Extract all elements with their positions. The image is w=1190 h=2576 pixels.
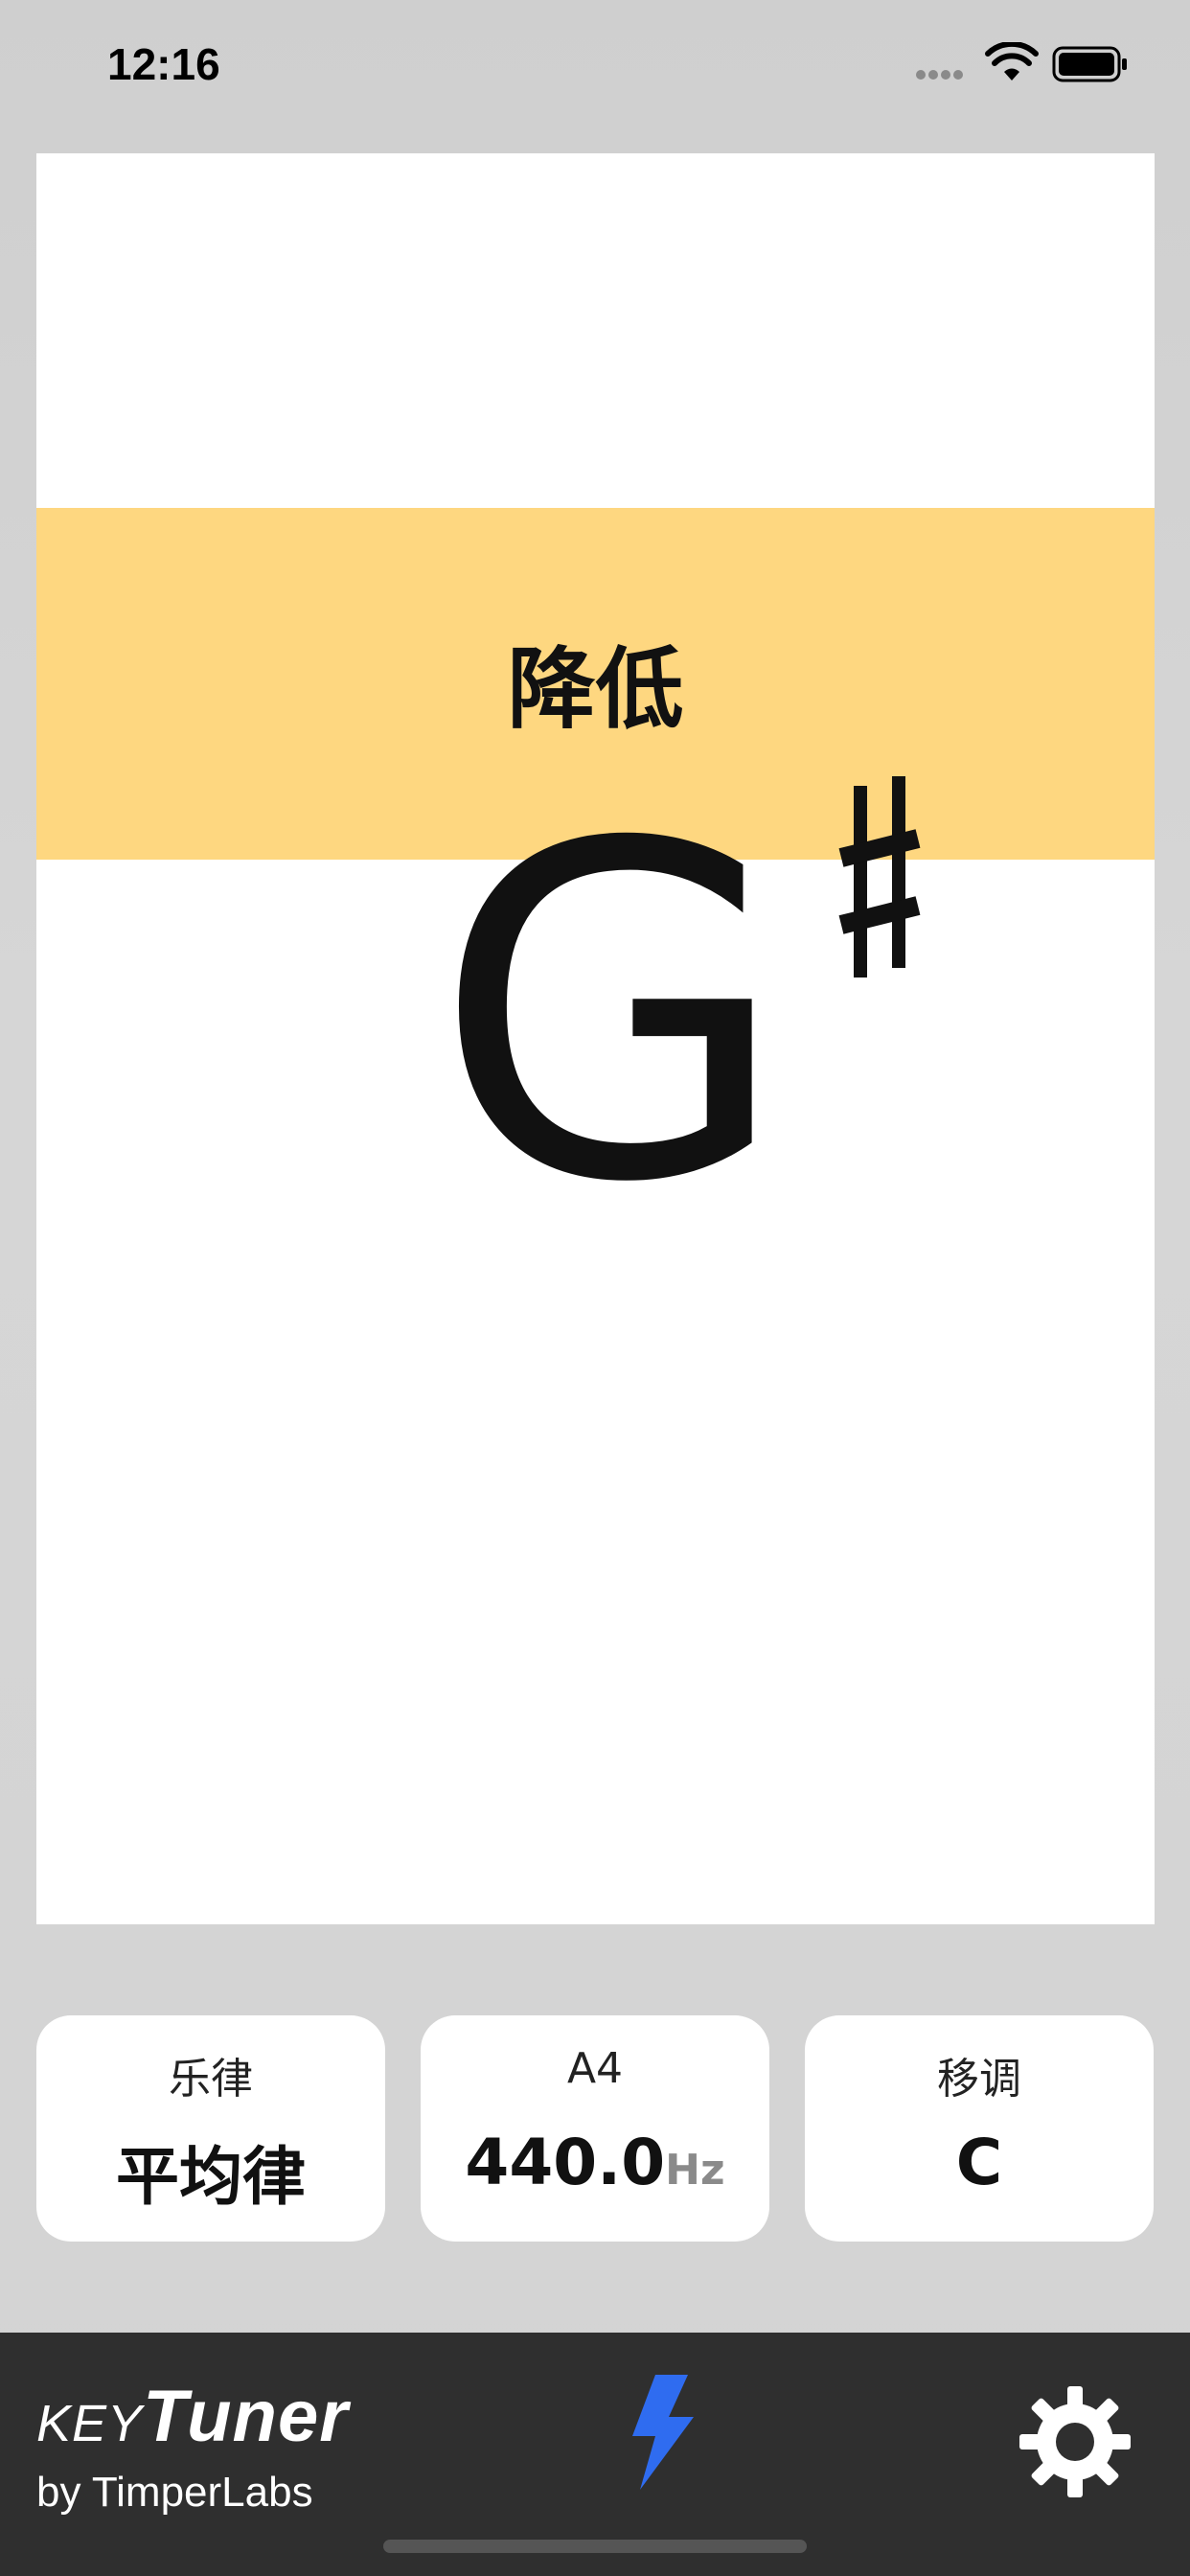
brand-subtitle: by TimperLabs — [36, 2469, 313, 2516]
temperament-title: 乐律 — [169, 2055, 253, 2104]
gear-icon[interactable] — [1018, 2384, 1133, 2499]
wifi-icon — [985, 42, 1039, 80]
battery-icon — [1052, 46, 1127, 82]
transpose-value: C — [955, 2126, 1003, 2199]
a4-title: A4 — [566, 2044, 624, 2093]
transpose-card[interactable]: 移调 C — [805, 2015, 1154, 2242]
status-bar: 12:16 — [0, 0, 1190, 134]
temperament-value: 平均律 — [116, 2140, 306, 2214]
temperament-card[interactable]: 乐律 平均律 — [36, 2015, 385, 2242]
transpose-title: 移调 — [937, 2055, 1021, 2104]
status-time: 12:16 — [107, 39, 220, 89]
home-indicator[interactable] — [383, 2540, 807, 2553]
brand-tuner-text: Tuner — [143, 2376, 349, 2457]
sharp-icon — [838, 776, 921, 978]
lightning-bolt-icon[interactable] — [627, 2375, 699, 2490]
a4-value: 440.0Hz — [465, 2126, 725, 2199]
brand-key-text: KEY — [36, 2395, 144, 2452]
note-letter: G — [433, 748, 790, 1283]
a4-reference-card[interactable]: A4 440.0Hz — [421, 2015, 769, 2242]
cellular-signal-icon — [916, 65, 970, 80]
a4-unit: Hz — [665, 2146, 725, 2195]
tuner-display: 降低 G — [36, 153, 1155, 1924]
brand-logo: KEYTuner — [36, 2375, 349, 2458]
tuning-direction-label: 降低 — [507, 638, 684, 741]
